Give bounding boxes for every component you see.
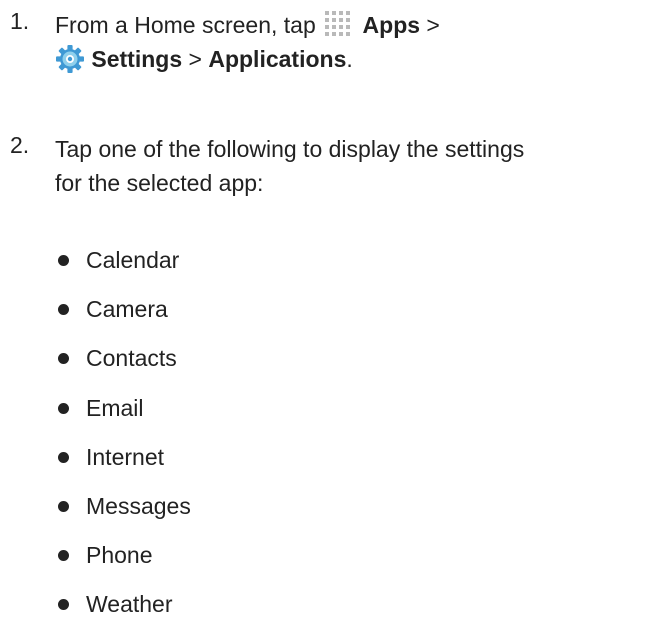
step-2-line-2: for the selected app: [55,170,264,196]
app-name: Contacts [86,345,177,372]
separator-1: > [420,12,440,38]
bullet-icon [58,304,69,316]
separator-2: > [182,46,209,72]
bullet-icon [58,500,69,512]
step-1-text: From a Home screen, tap Apps > Settings … [55,8,645,76]
step-number: 2. [10,132,30,158]
bullet-icon [58,402,69,414]
apps-grid-icon [322,8,356,42]
bullet-icon [58,353,69,365]
step-2-line-1: Tap one of the following to display the … [55,136,525,162]
applications-label: Applications [208,46,347,72]
app-name: Messages [86,492,191,519]
step-1-intro-text: From a Home screen, tap [55,12,323,38]
app-name: Camera [86,296,168,323]
app-name: Email [86,394,144,421]
app-name: Phone [86,542,153,569]
step-1-line-1: From a Home screen, tap Apps > [55,8,645,42]
step-number: 1. [10,8,30,34]
bullet-icon [58,599,69,611]
app-name: Internet [86,443,164,470]
step-2-text: Tap one of the following to display the … [55,132,645,200]
bullet-icon [58,550,69,562]
app-name: Weather [86,591,173,618]
settings-gear-icon [55,44,85,74]
step-1-period: . [346,46,353,72]
apps-label: Apps [362,12,421,38]
settings-label: Settings [91,46,183,72]
app-name: Calendar [86,247,180,273]
step-1-line-2: Settings > Applications. [55,42,645,76]
bullet-icon [58,451,69,463]
bullet-icon [58,255,69,266]
